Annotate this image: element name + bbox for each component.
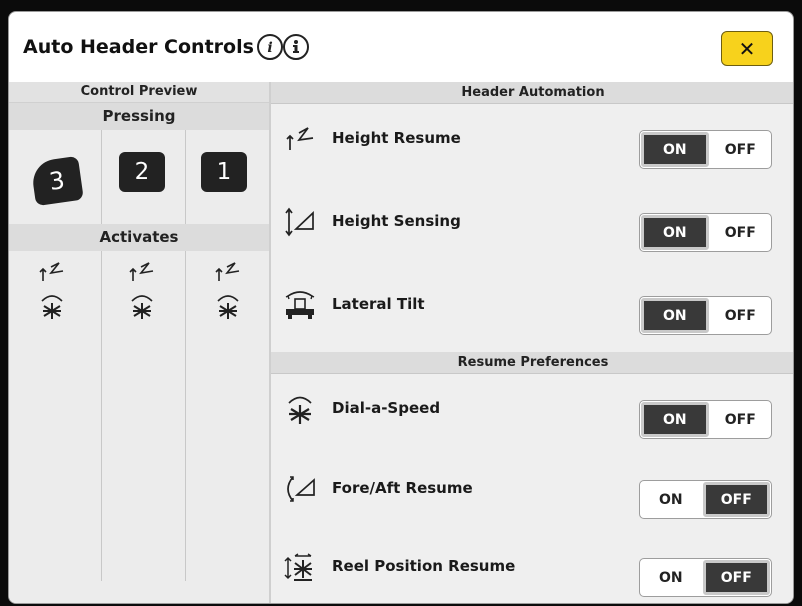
title-bar: Auto Header Controls i ✕ [9, 12, 793, 82]
close-button[interactable]: ✕ [721, 31, 773, 66]
height-resume-icon [129, 262, 154, 281]
page-title: Auto Header Controls [23, 36, 254, 58]
height-resume-icon [39, 262, 64, 281]
off-option[interactable]: OFF [702, 482, 770, 517]
dial-a-speed-label: Dial-a-Speed [332, 399, 441, 417]
off-option[interactable]: OFF [710, 401, 772, 438]
close-icon: ✕ [738, 36, 756, 61]
info-icon[interactable]: i [257, 34, 283, 60]
settings-panel: Header Automation Height Resume ON OFF H… [271, 82, 793, 603]
column-divider [185, 251, 186, 581]
column-divider [101, 251, 102, 581]
on-option[interactable]: ON [641, 132, 709, 167]
pressing-header: Pressing [9, 103, 269, 130]
dial-a-speed-toggle[interactable]: ON OFF [639, 400, 772, 439]
help-icon[interactable] [283, 34, 309, 60]
off-option[interactable]: OFF [702, 560, 770, 595]
button-3-key: 3 [30, 155, 84, 207]
height-sensing-row: Height Sensing ON OFF [271, 187, 793, 257]
dial-a-speed-icon [217, 295, 239, 319]
lateral-tilt-row: Lateral Tilt ON OFF [271, 270, 793, 340]
on-option[interactable]: ON [640, 481, 702, 518]
reel-position-resume-row: Reel Position Resume ON OFF [271, 532, 793, 602]
reel-position-resume-label: Reel Position Resume [332, 557, 516, 575]
height-sensing-toggle[interactable]: ON OFF [639, 213, 772, 252]
on-option[interactable]: ON [641, 298, 709, 333]
height-sensing-icon [285, 207, 314, 237]
fore-aft-resume-label: Fore/Aft Resume [332, 479, 473, 497]
activates-row [9, 251, 269, 603]
height-resume-label: Height Resume [332, 129, 461, 147]
reel-position-resume-toggle[interactable]: ON OFF [639, 558, 772, 597]
on-option[interactable]: ON [641, 402, 709, 437]
on-option[interactable]: ON [640, 559, 702, 596]
dial-a-speed-row: Dial-a-Speed ON OFF [271, 374, 793, 444]
lateral-tilt-label: Lateral Tilt [332, 295, 425, 313]
button-1-key: 1 [201, 152, 247, 192]
resume-preferences-header: Resume Preferences [271, 352, 793, 374]
button-2-key: 2 [119, 152, 165, 192]
header-automation-header: Header Automation [271, 82, 793, 104]
column-divider [185, 130, 186, 224]
lateral-tilt-toggle[interactable]: ON OFF [639, 296, 772, 335]
off-option[interactable]: OFF [710, 297, 772, 334]
reel-position-resume-icon [284, 553, 312, 581]
height-resume-row: Height Resume ON OFF [271, 104, 793, 174]
fore-aft-resume-toggle[interactable]: ON OFF [639, 480, 772, 519]
auto-header-controls-window: Auto Header Controls i ✕ Control Preview… [8, 11, 794, 604]
dial-a-speed-icon [288, 396, 312, 424]
dial-a-speed-icon [41, 295, 63, 319]
lateral-tilt-icon [285, 291, 315, 319]
control-preview-panel: Control Preview Pressing 3 2 1 Activates [9, 82, 271, 603]
height-resume-icon [286, 127, 314, 150]
on-option[interactable]: ON [641, 215, 709, 250]
column-divider [101, 130, 102, 224]
off-option[interactable]: OFF [710, 131, 772, 168]
height-resume-toggle[interactable]: ON OFF [639, 130, 772, 169]
fore-aft-resume-row: Fore/Aft Resume ON OFF [271, 454, 793, 524]
height-sensing-label: Height Sensing [332, 212, 461, 230]
svg-text:i: i [267, 40, 272, 56]
off-option[interactable]: OFF [710, 214, 772, 251]
activates-header: Activates [9, 224, 269, 251]
control-preview-header: Control Preview [9, 82, 269, 103]
fore-aft-resume-icon [287, 476, 315, 502]
dial-a-speed-icon [131, 295, 153, 319]
pressing-row: 3 2 1 [9, 130, 269, 224]
height-resume-icon [215, 262, 240, 281]
